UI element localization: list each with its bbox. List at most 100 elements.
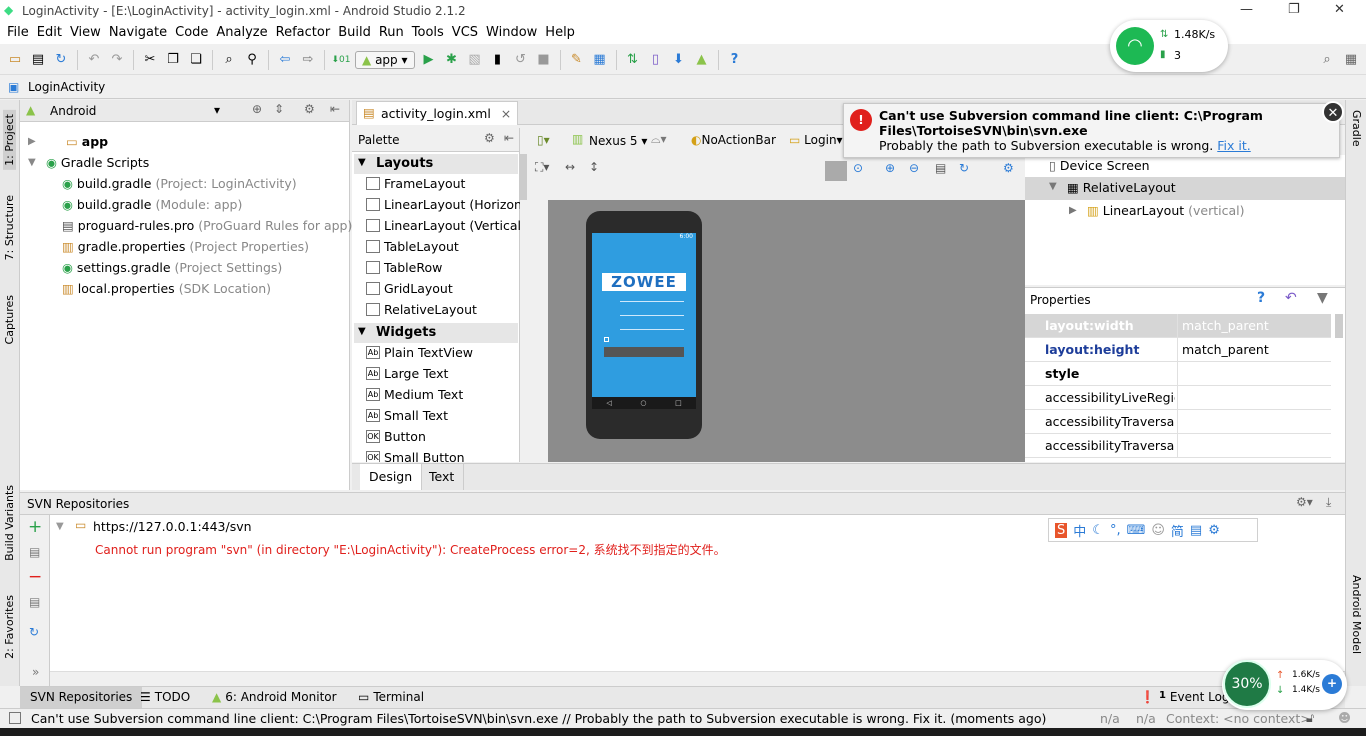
expand-vertical-icon[interactable]: ↕ xyxy=(589,160,599,174)
refresh-icon[interactable]: ↻ xyxy=(959,161,969,175)
help-icon[interactable]: ? xyxy=(726,51,744,69)
phone-screen[interactable]: 6:00 ZOWEE ◁ ○ □ xyxy=(592,233,696,409)
property-row[interactable]: accessibilityLiveRegion xyxy=(1025,386,1331,410)
horizontal-scrollbar[interactable] xyxy=(50,671,1345,687)
property-value[interactable] xyxy=(1177,362,1331,385)
menu-view[interactable]: View xyxy=(67,22,106,44)
menu-build[interactable]: Build xyxy=(335,22,376,44)
menu-tools[interactable]: Tools xyxy=(409,22,449,44)
debug-icon[interactable]: ✱ xyxy=(443,51,461,69)
project-tree-item[interactable]: ◉ build.gradle (Module: app) xyxy=(62,197,242,212)
username-field[interactable] xyxy=(620,301,684,302)
rerun-icon[interactable]: ↺ xyxy=(512,51,530,69)
sogou-logo-icon[interactable]: S xyxy=(1055,522,1068,538)
refresh-icon[interactable]: ↻ xyxy=(29,625,39,639)
close-tab-icon[interactable]: × xyxy=(501,106,511,121)
remember-checkbox[interactable] xyxy=(604,337,609,342)
tree-item-linearlayout[interactable]: ▥ LinearLayout (vertical) xyxy=(1087,203,1245,218)
palette-item[interactable]: Ab Medium Text xyxy=(366,387,463,402)
menu-vcs[interactable]: VCS xyxy=(449,22,483,44)
property-row[interactable]: accessibilityTraversalAfter xyxy=(1025,410,1331,434)
attach-debugger-icon[interactable]: ▧ xyxy=(466,51,484,69)
zoom-out-icon[interactable]: ⊖ xyxy=(909,161,919,175)
menu-help[interactable]: Help xyxy=(542,22,580,44)
status-message[interactable]: Can't use Subversion command line client… xyxy=(31,711,1046,726)
zoom-fit-icon[interactable]: ⛶▾ xyxy=(535,160,549,175)
open-folder-icon[interactable]: ▭ xyxy=(6,51,24,69)
zoom-in-icon[interactable]: ⊕ xyxy=(885,161,895,175)
device-select[interactable]: Nexus 5 ▾ xyxy=(589,134,647,148)
lock-icon[interactable]: 🔓︎ xyxy=(1306,710,1314,726)
collapse-arrow-icon[interactable]: ▶ xyxy=(1069,205,1077,216)
menu-run[interactable]: Run xyxy=(376,22,409,44)
project-tree-item[interactable]: ▤ proguard-rules.pro (ProGuard Rules for … xyxy=(62,218,352,233)
tab-design[interactable]: Design xyxy=(360,464,423,490)
project-tree-item[interactable]: ▥ local.properties (SDK Location) xyxy=(62,281,271,296)
palette-item[interactable]: Ab Small Text xyxy=(366,408,448,423)
tool-tab-gradle[interactable]: Gradle xyxy=(1350,110,1363,147)
grid-icon[interactable]: ▦ xyxy=(1342,51,1360,69)
copy-icon[interactable]: ❐ xyxy=(164,51,182,69)
tool-tab-project[interactable]: 1: Project xyxy=(3,110,16,170)
palette-item[interactable]: TableRow xyxy=(366,260,442,275)
expand-arrow-icon[interactable]: ▼ xyxy=(28,157,36,168)
tool-tab-svn-repositories[interactable]: SVN Repositories xyxy=(20,687,143,709)
add-icon[interactable]: + xyxy=(28,517,42,537)
gradle-sync-icon[interactable]: ⇅ xyxy=(624,51,642,69)
property-value[interactable] xyxy=(1177,410,1331,433)
property-value[interactable] xyxy=(1177,434,1331,457)
collapse-all-icon[interactable]: ⇕ xyxy=(274,102,284,116)
svn-repo-url[interactable]: https://127.0.0.1:443/svn xyxy=(93,519,252,534)
menu-analyze[interactable]: Analyze xyxy=(213,22,272,44)
search-everywhere-icon[interactable]: ⌕ xyxy=(1318,51,1336,69)
palette-category-widgets[interactable]: Widgets xyxy=(354,323,518,343)
wifi-icon[interactable]: ◠ xyxy=(1116,27,1154,65)
scroll-from-source-icon[interactable]: ⊕ xyxy=(252,102,262,116)
run-config-select[interactable]: ▲ app ▾ xyxy=(355,50,415,69)
code-field[interactable] xyxy=(620,329,684,330)
breadcrumb-item[interactable]: LoginActivity xyxy=(28,80,105,94)
property-value[interactable]: match_parent xyxy=(1177,314,1331,337)
palette-item[interactable]: Ab Plain TextView xyxy=(366,345,473,360)
property-value[interactable] xyxy=(1177,386,1331,409)
theme-select[interactable]: ◐NoActionBar xyxy=(691,133,776,147)
punctuation-icon[interactable]: °, xyxy=(1110,523,1121,538)
palette-item[interactable]: OK Small Button xyxy=(366,450,465,462)
chevron-down-icon[interactable]: ▾ xyxy=(214,103,220,117)
expand-arrow-icon[interactable]: ▼ xyxy=(1049,181,1057,192)
property-value[interactable]: match_parent xyxy=(1177,338,1331,361)
device-config-icon[interactable]: ▯▾ xyxy=(537,133,550,147)
moon-icon[interactable]: ☾ xyxy=(1092,523,1104,538)
user-icon[interactable]: ☺ xyxy=(1151,523,1165,538)
tool-tab-android-monitor[interactable]: ▲ 6: Android Monitor xyxy=(202,687,347,709)
select-mode-icon[interactable] xyxy=(825,161,847,181)
project-structure-icon[interactable]: ✎ xyxy=(568,51,586,69)
tool-tab-structure[interactable]: 7: Structure xyxy=(3,195,16,260)
android-device-monitor-icon[interactable]: ▲ xyxy=(693,51,711,69)
project-tree-item[interactable]: ▥ gradle.properties (Project Properties) xyxy=(62,239,309,254)
property-row[interactable]: layout:height match_parent xyxy=(1025,338,1331,362)
filter-icon[interactable]: ▼ xyxy=(1317,290,1328,306)
tool-tab-captures[interactable]: Captures xyxy=(3,295,16,344)
project-tree-item[interactable]: ◉ settings.gradle (Project Settings) xyxy=(62,260,282,275)
browse-icon[interactable]: ▤ xyxy=(29,595,40,609)
gear-icon[interactable]: ⚙▾ xyxy=(1296,495,1313,509)
expand-horizontal-icon[interactable]: ↔ xyxy=(565,160,575,174)
orientation-icon[interactable]: ⌓▾ xyxy=(651,132,667,147)
back-icon[interactable]: ⇦ xyxy=(276,51,294,69)
palette-item[interactable]: GridLayout xyxy=(366,281,453,296)
make-project-icon[interactable]: ⬇01 xyxy=(332,51,351,69)
avd-manager-icon[interactable]: ▯ xyxy=(647,51,665,69)
restore-defaults-icon[interactable]: ↶ xyxy=(1285,290,1297,306)
palette-category-layouts[interactable]: Layouts xyxy=(354,154,518,174)
hide-panel-icon[interactable]: ⤓ xyxy=(1326,495,1331,510)
sdk-download-icon[interactable]: ⬇ xyxy=(670,51,688,69)
collapse-arrow-icon[interactable]: ▶ xyxy=(28,136,36,147)
gear-icon[interactable]: ⚙ xyxy=(1003,161,1014,175)
minimize-button[interactable]: — xyxy=(1240,2,1253,17)
tab-activity-login-xml[interactable]: ▤ activity_login.xml × xyxy=(356,101,519,125)
activity-select[interactable]: ▭ Login▾ xyxy=(789,133,843,147)
project-tree-item[interactable]: ◉ build.gradle (Project: LoginActivity) xyxy=(62,176,297,191)
run-icon[interactable]: ▶ xyxy=(420,51,438,69)
memory-usage-gauge[interactable]: 30% xyxy=(1223,660,1271,708)
